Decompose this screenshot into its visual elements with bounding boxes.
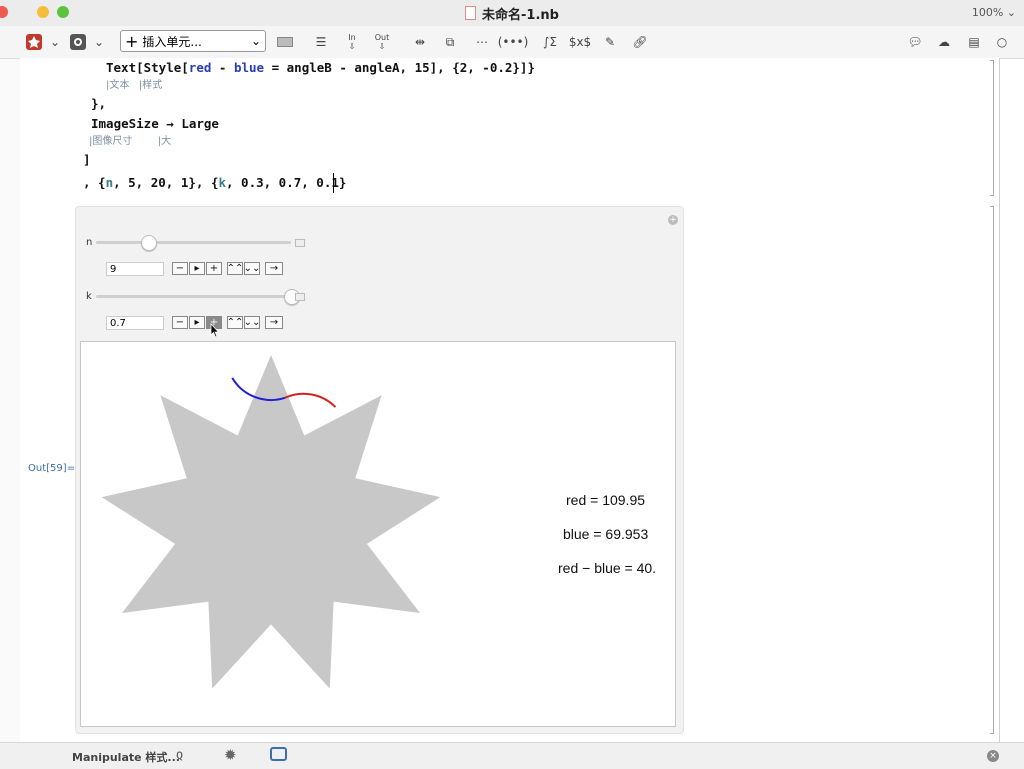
- title-bar: 未命名-1.nb 100% ⌄: [0, 0, 1024, 26]
- chevron-down-icon[interactable]: ⌄: [92, 32, 106, 52]
- in-cell-icon[interactable]: In ⇩: [342, 32, 362, 52]
- group-cells-icon[interactable]: ☰: [312, 32, 330, 52]
- n-slider-track[interactable]: [96, 241, 291, 244]
- settings-icon[interactable]: [68, 32, 88, 52]
- insert-cell-dropdown[interactable]: + 插入单元... ⌄: [120, 30, 266, 52]
- insert-cell-label: 插入单元...: [142, 34, 202, 49]
- k-faster-button[interactable]: ⌃⌃: [227, 316, 243, 329]
- in-label: In: [348, 33, 356, 42]
- code-line-close-brace[interactable]: },: [91, 96, 106, 111]
- code-line-imagesize[interactable]: ImageSize → Large: [91, 116, 219, 131]
- code-line-close-bracket[interactable]: ]: [83, 152, 91, 167]
- k-decrement-button[interactable]: −: [172, 316, 188, 329]
- n-value-field[interactable]: 9: [106, 262, 164, 276]
- k-value-field[interactable]: 0.7: [106, 316, 164, 330]
- zoom-level[interactable]: 100% ⌄: [972, 6, 1016, 19]
- n-animation-controls: − ▸ + ⌃⌃ ⌄⌄ →: [172, 262, 292, 276]
- code-text: , 5, 20, 1}, {: [113, 175, 219, 190]
- drawing-tools-icon[interactable]: ✎: [600, 32, 620, 52]
- code-text: Text[Style[: [106, 60, 189, 75]
- out-label: Out: [374, 33, 390, 42]
- red-value-text: red = 109.95: [566, 492, 646, 508]
- code-text: ImageSize: [91, 116, 159, 131]
- vertical-scrollbar[interactable]: [993, 58, 1001, 742]
- evaluate-icon[interactable]: ⧉: [440, 32, 460, 52]
- plus-icon: +: [125, 31, 139, 51]
- n-expand-icon[interactable]: [295, 239, 305, 247]
- code-hint-text-style: |文本 |样式: [106, 80, 163, 91]
- latex-icon[interactable]: $x$: [569, 32, 591, 52]
- difference-text: red − blue = 40.: [558, 560, 657, 576]
- n-decrement-button[interactable]: −: [172, 262, 188, 275]
- n-direction-button[interactable]: →: [265, 262, 283, 275]
- code-symbol-n: n: [105, 175, 114, 190]
- cloud-upload-icon[interactable]: ☁: [933, 32, 955, 52]
- code-line-text[interactable]: Text[Style[red - blue = angleB - angleA,…: [106, 60, 535, 75]
- manipulate-style-button[interactable]: Manipulate 样式...: [72, 749, 180, 765]
- blue-value-text: blue = 69.953: [563, 526, 649, 542]
- k-slower-button[interactable]: ⌄⌄: [244, 316, 260, 329]
- toolbar: ⌄ ⌄ + 插入单元... ⌄ ☰ In ⇩ Out ⇩ ⇹ ⧉ ⋯ (•••) ∫…: [0, 26, 1024, 59]
- window-title: 未命名-1.nb: [0, 4, 1024, 23]
- code-text: , 0.3, 0.7, 0.1}: [226, 175, 347, 190]
- red-angle-arc: [284, 392, 337, 408]
- placeholder-icon[interactable]: (•••): [498, 32, 529, 52]
- notebook-file-icon: [465, 6, 477, 20]
- chevron-down-icon: ⌄: [250, 34, 261, 48]
- ellipsis-icon[interactable]: ⋯: [472, 32, 492, 52]
- notebook-icon[interactable]: ▤: [963, 32, 985, 52]
- mouse-pointer-icon: [210, 323, 220, 338]
- code-arrow: →: [158, 116, 182, 131]
- k-direction-button[interactable]: →: [265, 316, 283, 329]
- n-play-button[interactable]: ▸: [189, 262, 205, 275]
- n-slower-button[interactable]: ⌄⌄: [244, 262, 260, 275]
- n-slider-label: n: [86, 237, 93, 248]
- k-play-button[interactable]: ▸: [189, 316, 205, 329]
- n-slider-knob[interactable]: [141, 235, 157, 251]
- cell-bracket-icon[interactable]: [276, 32, 294, 52]
- comment-icon[interactable]: [270, 747, 287, 761]
- link-icon[interactable]: 🔗︎: [630, 32, 650, 52]
- code-symbol-blue: blue: [233, 60, 265, 75]
- n-increment-button[interactable]: +: [206, 262, 222, 275]
- left-margin: [0, 26, 20, 768]
- code-symbol-red: red: [188, 60, 212, 75]
- wolfram-menu-icon[interactable]: [24, 32, 44, 52]
- spiral-icon[interactable]: ჲ: [176, 747, 183, 763]
- options-plus-icon[interactable]: +: [668, 215, 678, 225]
- out-cell-icon[interactable]: Out ⇩: [372, 32, 392, 52]
- gear-icon[interactable]: ✹: [224, 746, 237, 764]
- code-text: -: [211, 60, 234, 75]
- code-line-ranges[interactable]: , {n, 5, 20, 1}, {k, 0.3, 0.7, 0.1}: [83, 175, 346, 190]
- k-slider-label: k: [86, 291, 92, 302]
- zoom-level-text: 100%: [971, 6, 1004, 19]
- k-animation-controls: − ▸ + ⌃⌃ ⌄⌄ →: [172, 316, 292, 330]
- manipulate-graphic[interactable]: red = 109.95 blue = 69.953 red − blue = …: [80, 341, 676, 727]
- n-faster-button[interactable]: ⌃⌃: [227, 262, 243, 275]
- star-polygon: [101, 355, 441, 689]
- chevron-down-icon[interactable]: ⌄: [48, 32, 62, 52]
- code-symbol-k: k: [218, 175, 226, 190]
- code-text: = angleB - angleA, 15], {2, -0.2}]}: [264, 60, 535, 75]
- close-icon[interactable]: ×: [987, 750, 999, 762]
- window-title-text: 未命名-1.nb: [482, 8, 559, 23]
- split-cell-icon[interactable]: ⇹: [410, 32, 430, 52]
- status-bar: Manipulate 样式... ჲ ✹ ×: [0, 742, 1024, 769]
- chat-icon[interactable]: 💬︎: [905, 32, 925, 52]
- k-expand-icon[interactable]: [295, 293, 305, 301]
- output-label: Out[59]=: [28, 463, 76, 474]
- search-icon[interactable]: ○: [992, 32, 1012, 52]
- math-assistant-icon[interactable]: ∫Σ: [540, 32, 560, 52]
- text-cursor: [333, 173, 334, 193]
- code-text: , {: [83, 175, 106, 190]
- code-text: Large: [181, 116, 219, 131]
- k-slider-track[interactable]: [96, 295, 291, 298]
- code-hint-imagesize: |图像尺寸 |大: [89, 136, 172, 147]
